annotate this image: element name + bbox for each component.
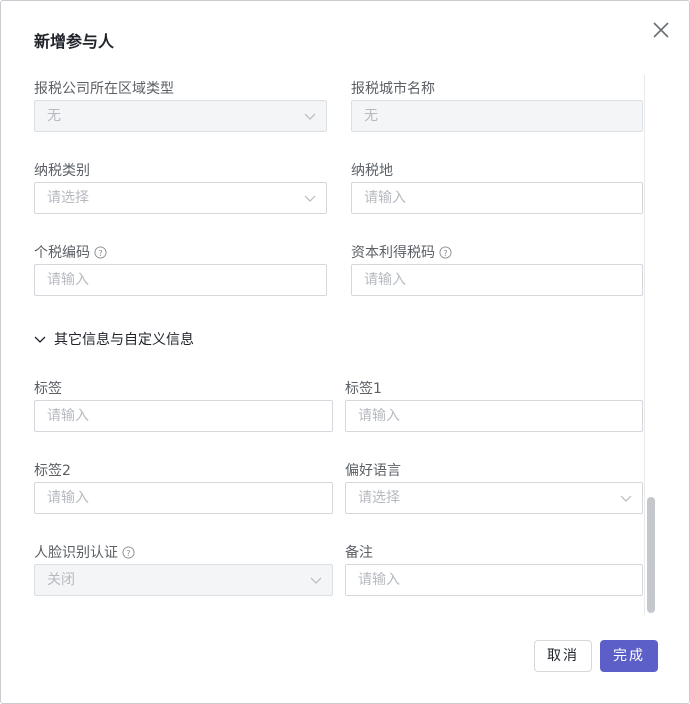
tax-city-name-value: 无 [364,108,378,124]
scrollbar-thumb[interactable] [647,497,655,613]
chevron-down-icon [34,336,46,343]
personal-tax-code-label-wrap: 个税编码 ? [34,242,107,262]
tax-category-select[interactable]: 请选择 [34,182,327,214]
tag2-input[interactable]: 请输入 [34,482,333,514]
tax-region-type-value: 无 [47,108,61,124]
face-recognition-select: 关闭 [34,564,333,596]
svg-text:?: ? [98,247,102,257]
remark-label: 备注 [345,545,373,561]
personal-tax-code-placeholder: 请输入 [47,272,89,288]
help-icon[interactable]: ? [122,545,135,559]
capital-gains-tax-code-label-wrap: 资本利得税码 ? [351,242,452,262]
help-icon[interactable]: ? [94,245,107,259]
chevron-down-icon [620,495,632,502]
done-button[interactable]: 完成 [600,640,658,672]
personal-tax-code-label: 个税编码 [34,245,90,261]
chevron-down-icon [304,113,316,120]
tax-category-placeholder: 请选择 [47,190,89,206]
help-icon[interactable]: ? [439,245,452,259]
cancel-button[interactable]: 取消 [534,640,592,672]
face-recognition-value: 关闭 [47,572,75,588]
tax-city-name-input: 无 [351,100,643,132]
tag1-label: 标签1 [345,381,382,397]
other-info-section-toggle[interactable]: 其它信息与自定义信息 [34,329,194,349]
tax-region-type-label: 报税公司所在区域类型 [34,81,174,97]
tax-place-input[interactable]: 请输入 [351,182,643,214]
capital-gains-tax-code-input[interactable]: 请输入 [351,264,643,296]
tag-label: 标签 [34,381,62,397]
tax-place-placeholder: 请输入 [364,190,406,206]
tag-input[interactable]: 请输入 [34,400,333,432]
tag2-label: 标签2 [34,463,71,479]
other-info-section-title: 其它信息与自定义信息 [54,332,194,348]
close-icon[interactable] [649,18,673,42]
capital-gains-tax-code-placeholder: 请输入 [364,272,406,288]
face-recognition-label-wrap: 人脸识别认证 ? [34,542,135,562]
tag2-placeholder: 请输入 [47,490,89,506]
preferred-language-placeholder: 请选择 [358,490,400,506]
tax-region-type-select: 无 [34,100,327,132]
personal-tax-code-input[interactable]: 请输入 [34,264,327,296]
tax-category-label: 纳税类别 [34,163,90,179]
tax-place-label: 纳税地 [351,163,393,179]
dialog-title: 新增参与人 [34,32,115,51]
remark-input[interactable]: 请输入 [345,564,643,596]
capital-gains-tax-code-label: 资本利得税码 [351,245,435,261]
tag-placeholder: 请输入 [47,408,89,424]
preferred-language-label: 偏好语言 [345,463,401,479]
tax-city-name-label: 报税城市名称 [351,81,435,97]
svg-text:?: ? [443,247,447,257]
chevron-down-icon [304,195,316,202]
tag1-input[interactable]: 请输入 [345,400,643,432]
add-participant-dialog: 新增参与人 报税公司所在区域类型 无 报税城市名称 无 纳税类别 请选择 纳税地… [0,0,690,704]
chevron-down-icon [310,577,322,584]
remark-placeholder: 请输入 [358,572,400,588]
face-recognition-label: 人脸识别认证 [34,545,118,561]
tag1-placeholder: 请输入 [358,408,400,424]
preferred-language-select[interactable]: 请选择 [345,482,643,514]
svg-text:?: ? [126,547,130,557]
